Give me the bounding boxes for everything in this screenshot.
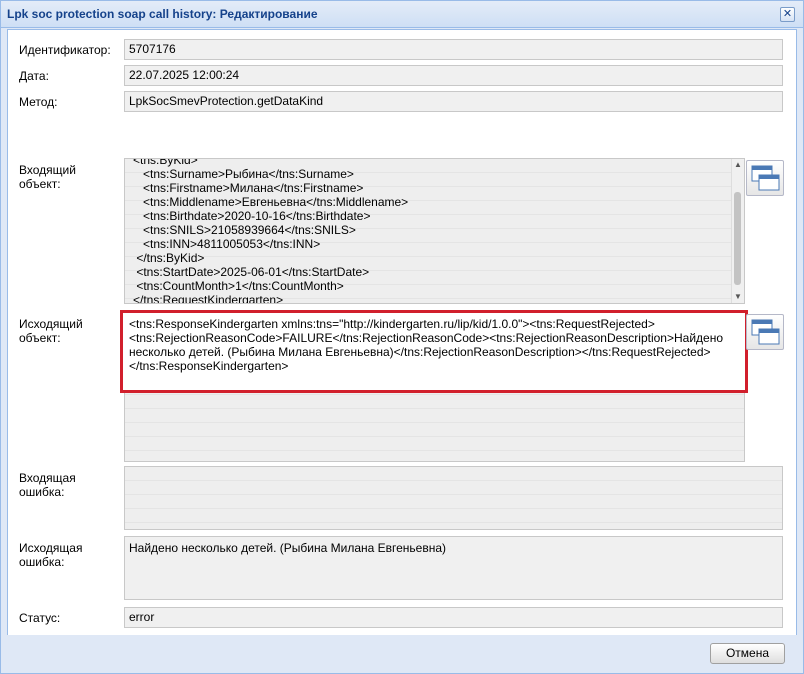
window-title: Lpk soc protection soap call history: Ре… <box>7 7 318 21</box>
outgoing-object-highlight: <tns:ResponseKindergarten xmlns:tns="htt… <box>120 310 748 393</box>
date-field[interactable]: 22.07.2025 12:00:24 <box>124 65 783 86</box>
incoming-error-textarea[interactable] <box>124 466 783 530</box>
incoming-object-textarea[interactable]: <tns:ByKid> <tns:Surname>Рыбина</tns:Sur… <box>124 158 745 304</box>
incoming-object-line: <tns:CountMonth>1</tns:CountMonth> <box>133 279 344 293</box>
form-body: Идентификатор: 5707176 Дата: 22.07.2025 … <box>7 29 797 636</box>
incoming-open-window-button[interactable] <box>746 160 784 196</box>
id-field[interactable]: 5707176 <box>124 39 783 60</box>
outgoing-error-label: Исходящая ошибка: <box>19 541 83 569</box>
outgoing-object-content: <tns:ResponseKindergarten xmlns:tns="htt… <box>129 317 724 373</box>
open-window-icon <box>751 165 780 191</box>
status-label: Статус: <box>19 611 61 625</box>
window-footer: Отмена <box>1 635 803 673</box>
incoming-object-line: </tns:ByKid> <box>133 251 205 265</box>
date-label: Дата: <box>19 69 49 83</box>
id-label: Идентификатор: <box>19 43 111 57</box>
incoming-error-label: Входящая ошибка: <box>19 471 76 499</box>
incoming-object-line: <tns:Middlename>Евгеньевна</tns:Middlena… <box>133 195 409 209</box>
incoming-scrollbar[interactable]: ▲ ▼ <box>731 159 744 303</box>
method-field[interactable]: LpkSocSmevProtection.getDataKind <box>124 91 783 112</box>
incoming-object-line: </tns:RequestKindergarten> <box>133 293 284 304</box>
incoming-object-line: <tns:SNILS>21058939664</tns:SNILS> <box>133 223 356 237</box>
outgoing-error-content: Найдено несколько детей. (Рыбина Милана … <box>129 541 447 555</box>
incoming-object-line: <tns:Firstname>Милана</tns:Firstname> <box>133 181 364 195</box>
scroll-down-icon[interactable]: ▼ <box>732 291 744 303</box>
window-titlebar[interactable]: Lpk soc protection soap call history: Ре… <box>1 1 803 28</box>
cancel-button[interactable]: Отмена <box>710 643 785 664</box>
outgoing-object-label: Исходящий объект: <box>19 317 83 345</box>
outgoing-open-window-button[interactable] <box>746 314 784 350</box>
outgoing-error-textarea[interactable]: Найдено несколько детей. (Рыбина Милана … <box>124 536 783 600</box>
scroll-up-icon[interactable]: ▲ <box>732 159 744 171</box>
incoming-object-line: <tns:ByKid> <box>133 158 198 167</box>
incoming-object-label: Входящий объект: <box>19 163 76 191</box>
edit-window: Lpk soc protection soap call history: Ре… <box>0 0 804 674</box>
incoming-object-line: <tns:Birthdate>2020-10-16</tns:Birthdate… <box>133 209 371 223</box>
close-icon[interactable]: ✕ <box>780 7 795 22</box>
method-label: Метод: <box>19 95 58 109</box>
incoming-object-line: <tns:INN>4811005053</tns:INN> <box>133 237 321 251</box>
open-window-icon <box>751 319 780 345</box>
scroll-thumb[interactable] <box>734 192 741 285</box>
incoming-object-line: <tns:StartDate>2025-06-01</tns:StartDate… <box>133 265 370 279</box>
incoming-object-line: <tns:Surname>Рыбина</tns:Surname> <box>133 167 354 181</box>
status-field[interactable]: error <box>124 607 783 628</box>
incoming-object-content: <tns:ByKid> <tns:Surname>Рыбина</tns:Sur… <box>125 158 744 304</box>
